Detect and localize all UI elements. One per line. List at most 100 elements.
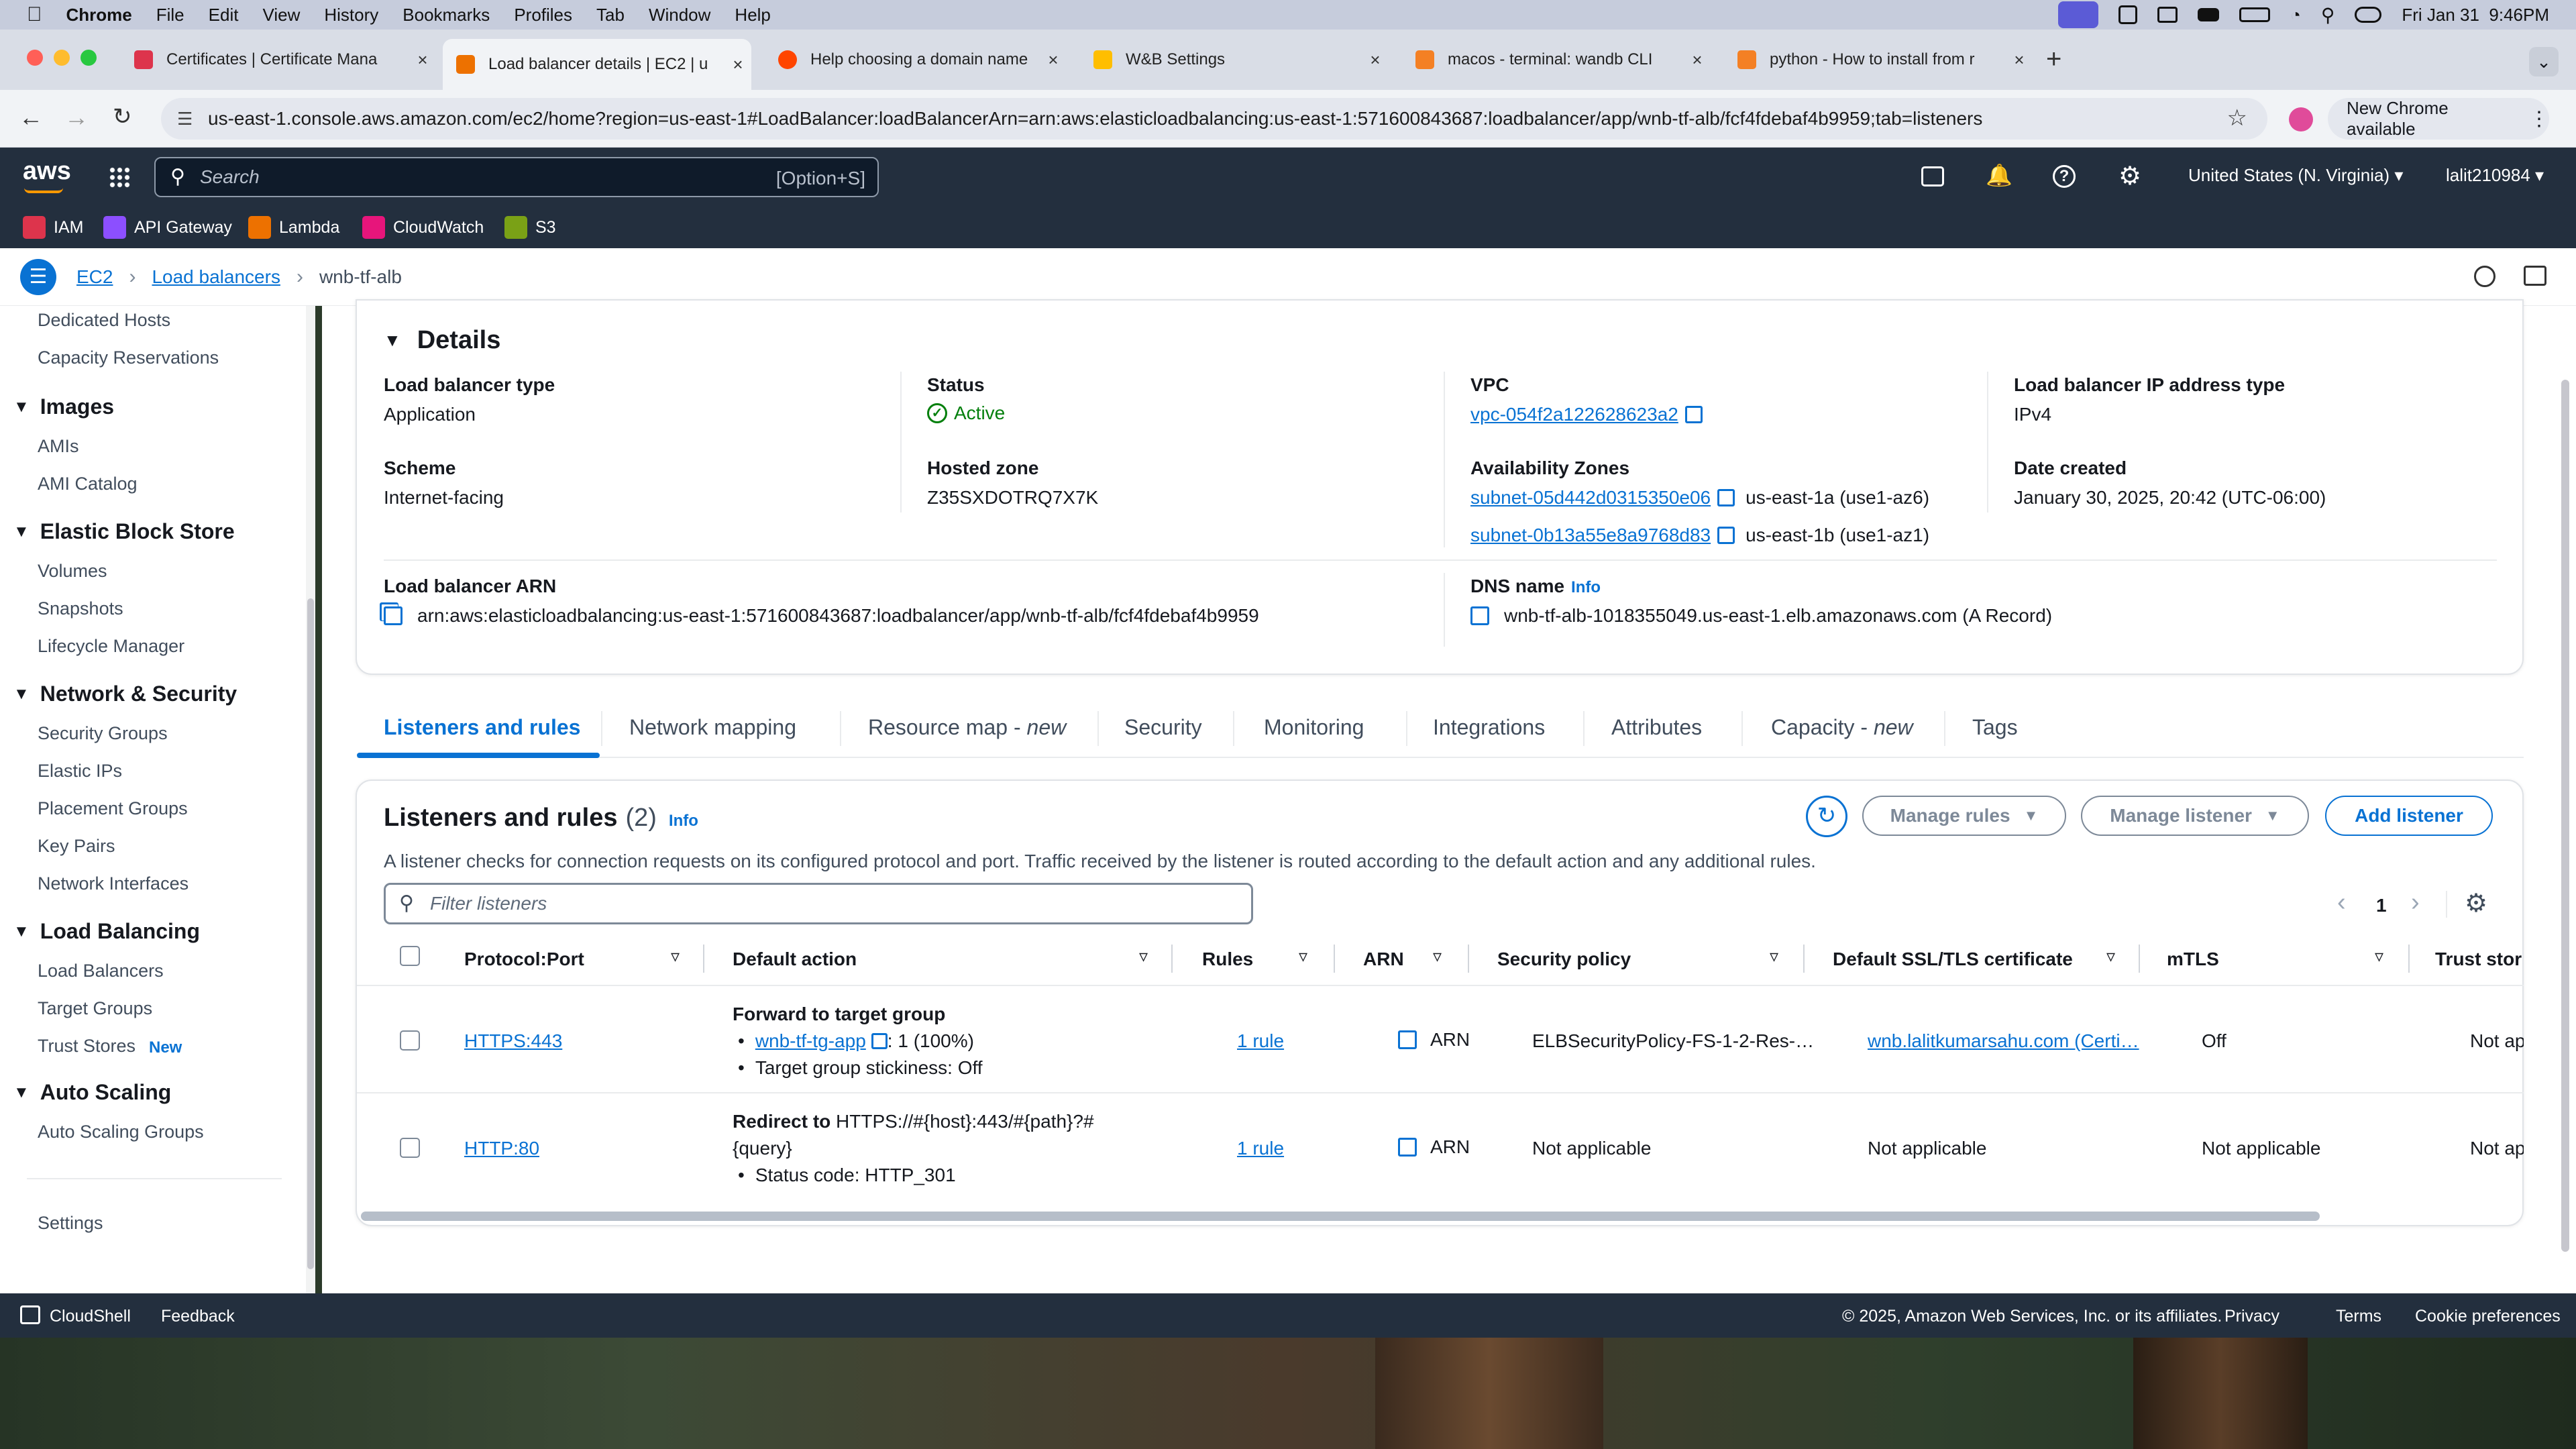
profile-avatar-icon[interactable] [2289,107,2313,131]
nav-security-groups[interactable]: Security Groups [38,723,168,744]
external-link-icon[interactable] [1717,527,1735,544]
nav-section-elastic-block-store[interactable]: ▼ Elastic Block Store [13,519,235,544]
prev-page-icon[interactable]: ‹ [2337,888,2346,917]
menu-bookmarks[interactable]: Bookmarks [402,5,490,25]
feedback-link[interactable]: Feedback [161,1307,235,1326]
favorite-iam[interactable]: IAM [23,212,83,243]
control-center-icon[interactable] [2355,7,2382,23]
menu-edit[interactable]: Edit [209,5,239,25]
side-nav-toggle-icon[interactable]: ☰ [20,258,56,295]
settings-gear-icon[interactable]: ⚙ [2118,161,2141,191]
sort-caret-icon[interactable]: ▿ [2106,946,2115,967]
copy-icon[interactable] [1398,1138,1417,1157]
sort-caret-icon[interactable]: ▿ [2375,946,2383,967]
services-grid-icon[interactable] [109,166,130,188]
help-icon[interactable]: ? [2053,165,2076,188]
copy-icon[interactable] [1470,606,1489,625]
column-resizer[interactable] [1171,945,1173,973]
compass-icon[interactable] [2474,266,2496,287]
privacy-link[interactable]: Privacy [2224,1307,2279,1326]
nav-network-interfaces[interactable]: Network Interfaces [38,873,189,894]
tab-close-icon[interactable]: × [1684,50,1711,70]
tab-tags[interactable]: Tags [1972,715,2018,740]
details-header[interactable]: ▼ Details [384,326,500,355]
next-page-icon[interactable]: › [2411,888,2420,917]
dns-info-link[interactable]: Info [1571,578,1601,597]
cookie-preferences-link[interactable]: Cookie preferences [2415,1307,2561,1326]
column-header-arn[interactable]: ARN [1363,949,1404,970]
nav-section-auto-scaling[interactable]: ▼ Auto Scaling [13,1080,171,1105]
nav-section-network-security[interactable]: ▼ Network & Security [13,682,237,706]
sort-caret-icon[interactable]: ▿ [671,946,680,967]
cloudshell-link[interactable]: CloudShell [50,1307,131,1326]
aws-logo[interactable]: aws [23,157,71,186]
favorite-api-gateway[interactable]: API Gateway [103,212,232,243]
tab-close-icon[interactable]: × [1040,50,1067,70]
column-header-protocol-port[interactable]: Protocol:Port [464,949,584,970]
battery-icon[interactable] [2239,7,2271,22]
nav-dedicated-hosts[interactable]: Dedicated Hosts [38,310,170,331]
filter-listeners-input[interactable]: ⚲ Filter listeners [384,883,1253,924]
new-tab-plus-icon[interactable]: + [2046,44,2061,74]
column-resizer[interactable] [1803,945,1805,973]
rules-link[interactable]: 1 rule [1237,1138,1284,1159]
copy-icon[interactable] [1398,1030,1417,1049]
nav-amis[interactable]: AMIs [38,436,79,457]
wifi-icon[interactable]: ◔ [2290,5,2301,25]
arn-copy[interactable]: ARN [1398,1136,1470,1158]
column-resizer[interactable] [2139,945,2140,973]
rules-link[interactable]: 1 rule [1237,1030,1284,1052]
tab-search-chevron-icon[interactable]: ⌄ [2529,47,2559,76]
breadcrumb-ec2[interactable]: EC2 [76,266,113,288]
nav-lifecycle-manager[interactable]: Lifecycle Manager [38,636,184,657]
forward-arrow-icon[interactable]: → [64,103,89,131]
cloudshell-icon[interactable] [1921,166,1944,186]
nav-settings[interactable]: Settings [38,1213,103,1234]
column-resizer[interactable] [1468,945,1469,973]
tab-close-icon[interactable]: × [409,50,436,70]
tab-monitoring[interactable]: Monitoring [1264,715,1364,740]
nav-target-groups[interactable]: Target Groups [38,998,152,1019]
favorite-s3[interactable]: S3 [504,212,556,243]
breadcrumb-load-balancers[interactable]: Load balancers [152,266,280,288]
sort-caret-icon[interactable]: ▿ [1433,946,1442,967]
column-header-security-policy[interactable]: Security policy [1497,949,1631,970]
table-preferences-gear-icon[interactable]: ⚙ [2465,888,2487,918]
cloudshell-icon[interactable] [20,1305,40,1324]
favorite-lambda[interactable]: Lambda [248,212,339,243]
car-icon[interactable] [2198,8,2220,21]
menu-app-name[interactable]: Chrome [66,5,132,25]
column-resizer[interactable] [1334,945,1335,973]
notifications-bell-icon[interactable]: 🔔 [1986,162,2012,188]
address-bar[interactable]: ☰ us-east-1.console.aws.amazon.com/ec2/h… [161,98,2267,140]
nav-section-load-balancing[interactable]: ▼ Load Balancing [13,919,200,944]
nav-section-images[interactable]: ▼ Images [13,394,114,419]
nav-capacity-reservations[interactable]: Capacity Reservations [38,347,219,368]
vpc-id[interactable]: vpc-054f2a122628623a2 [1470,404,1678,425]
column-header-trust-store[interactable]: Trust stor [2435,949,2522,970]
menu-help[interactable]: Help [735,5,770,25]
sidebar-scroll-thumb[interactable] [307,598,314,1269]
table-horizontal-scrollbar[interactable] [361,1212,2320,1221]
tab-close-icon[interactable]: × [2006,50,2033,70]
page-scrollbar[interactable] [2561,380,2569,1252]
manage-listener-button[interactable]: Manage listener ▼ [2081,796,2309,836]
subnet-link[interactable]: subnet-05d442d0315350e06 [1470,487,1711,508]
nav-load-balancers[interactable]: Load Balancers [38,961,164,981]
menu-window[interactable]: Window [649,5,710,25]
aws-search-input[interactable]: ⚲ Search [Option+S] [154,157,879,197]
listener-protocol-link[interactable]: HTTP:80 [464,1138,539,1159]
sort-caret-icon[interactable]: ▿ [1139,946,1148,967]
back-arrow-icon[interactable]: ← [19,103,43,131]
certificate-link[interactable]: wnb.lalitkumarsahu.com (Certi… [1868,1030,2139,1052]
tab-listeners-and-rules[interactable]: Listeners and rules [384,715,580,740]
subnet-link[interactable]: subnet-0b13a55e8a9768d83 [1470,525,1711,546]
chrome-menu-kebab-icon[interactable]: ⋮ [2529,107,2549,131]
external-link-icon[interactable] [871,1033,888,1049]
nav-snapshots[interactable]: Snapshots [38,598,123,619]
copy-icon[interactable] [384,606,402,625]
row-checkbox[interactable] [400,1030,420,1051]
listeners-info-link[interactable]: Info [669,812,698,830]
nav-trust-stores[interactable]: Trust Stores [38,1036,136,1057]
page-number[interactable]: 1 [2376,895,2387,916]
